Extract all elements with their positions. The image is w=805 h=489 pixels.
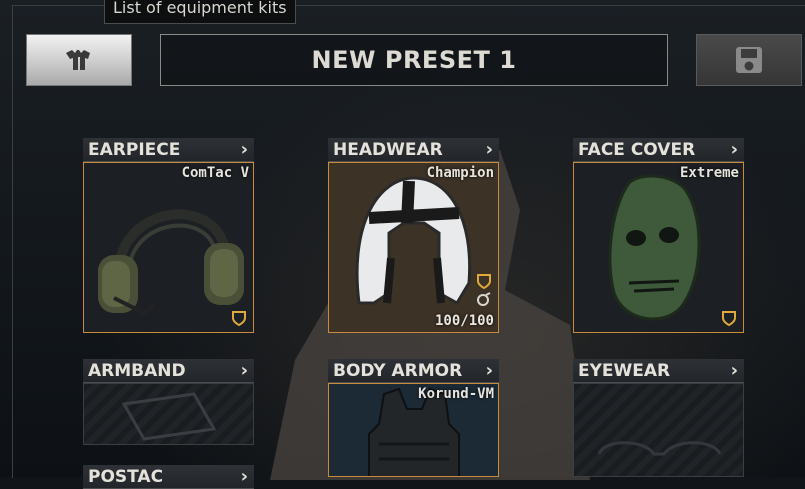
save-preset-button[interactable] — [696, 34, 802, 86]
chevron-right-icon[interactable]: › — [486, 138, 493, 162]
slot-label: HEADWEAR — [333, 140, 443, 160]
shield-icon — [232, 311, 246, 326]
item-name: Champion — [426, 165, 494, 181]
shield-icon — [722, 311, 736, 326]
slot-header-face-cover[interactable]: FACE COVER › — [573, 138, 744, 162]
chevron-right-icon[interactable]: › — [241, 465, 248, 489]
slot-label: EYEWEAR — [578, 361, 671, 381]
slot-earpiece[interactable]: ComTac V — [83, 162, 254, 333]
durability-value: 100/100 — [434, 313, 494, 329]
slot-header-earpiece[interactable]: EARPIECE › — [83, 138, 254, 162]
eyewear-placeholder-icon — [597, 441, 722, 456]
kits-tooltip: List of equipment kits — [104, 0, 296, 24]
equipment-kits-button[interactable] — [26, 34, 132, 86]
slot-label: EARPIECE — [88, 140, 181, 160]
slot-header-eyewear[interactable]: EYEWEAR › — [573, 359, 744, 383]
chevron-right-icon[interactable]: › — [731, 138, 738, 162]
shield-icon — [477, 274, 491, 289]
slot-header-body-armor[interactable]: BODY ARMOR › — [328, 359, 499, 383]
slot-face-cover[interactable]: Extreme — [573, 162, 744, 333]
slot-body-armor[interactable]: Korund-VM — [328, 383, 499, 477]
shirt-icon — [66, 50, 90, 70]
slot-header-pouch[interactable]: POSTAC › — [83, 465, 254, 489]
headset-icon — [98, 209, 244, 316]
slot-headwear[interactable]: Champion 100/100 — [328, 162, 499, 333]
save-icon — [736, 47, 762, 73]
slot-header-headwear[interactable]: HEADWEAR › — [328, 138, 499, 162]
chevron-right-icon[interactable]: › — [731, 359, 738, 383]
chevron-right-icon[interactable]: › — [241, 359, 248, 383]
item-name: Korund-VM — [418, 386, 494, 402]
slot-label: FACE COVER — [578, 140, 696, 160]
armband-placeholder-icon — [121, 392, 217, 441]
chevron-right-icon[interactable]: › — [241, 138, 248, 162]
chevron-right-icon[interactable]: › — [486, 359, 493, 383]
gear-icon — [477, 292, 491, 306]
slot-label: POSTAC — [88, 467, 164, 487]
slot-armband[interactable] — [83, 383, 254, 445]
slot-label: BODY ARMOR — [333, 361, 463, 381]
slot-header-armband[interactable]: ARMBAND › — [83, 359, 254, 383]
mask-icon — [608, 174, 701, 321]
helmet-icon — [355, 176, 472, 306]
item-name: ComTac V — [181, 165, 249, 181]
slot-eyewear[interactable] — [573, 383, 744, 477]
item-name: Extreme — [679, 165, 739, 181]
slot-label: ARMBAND — [88, 361, 186, 381]
preset-name-field[interactable]: NEW PRESET 1 — [160, 34, 668, 86]
